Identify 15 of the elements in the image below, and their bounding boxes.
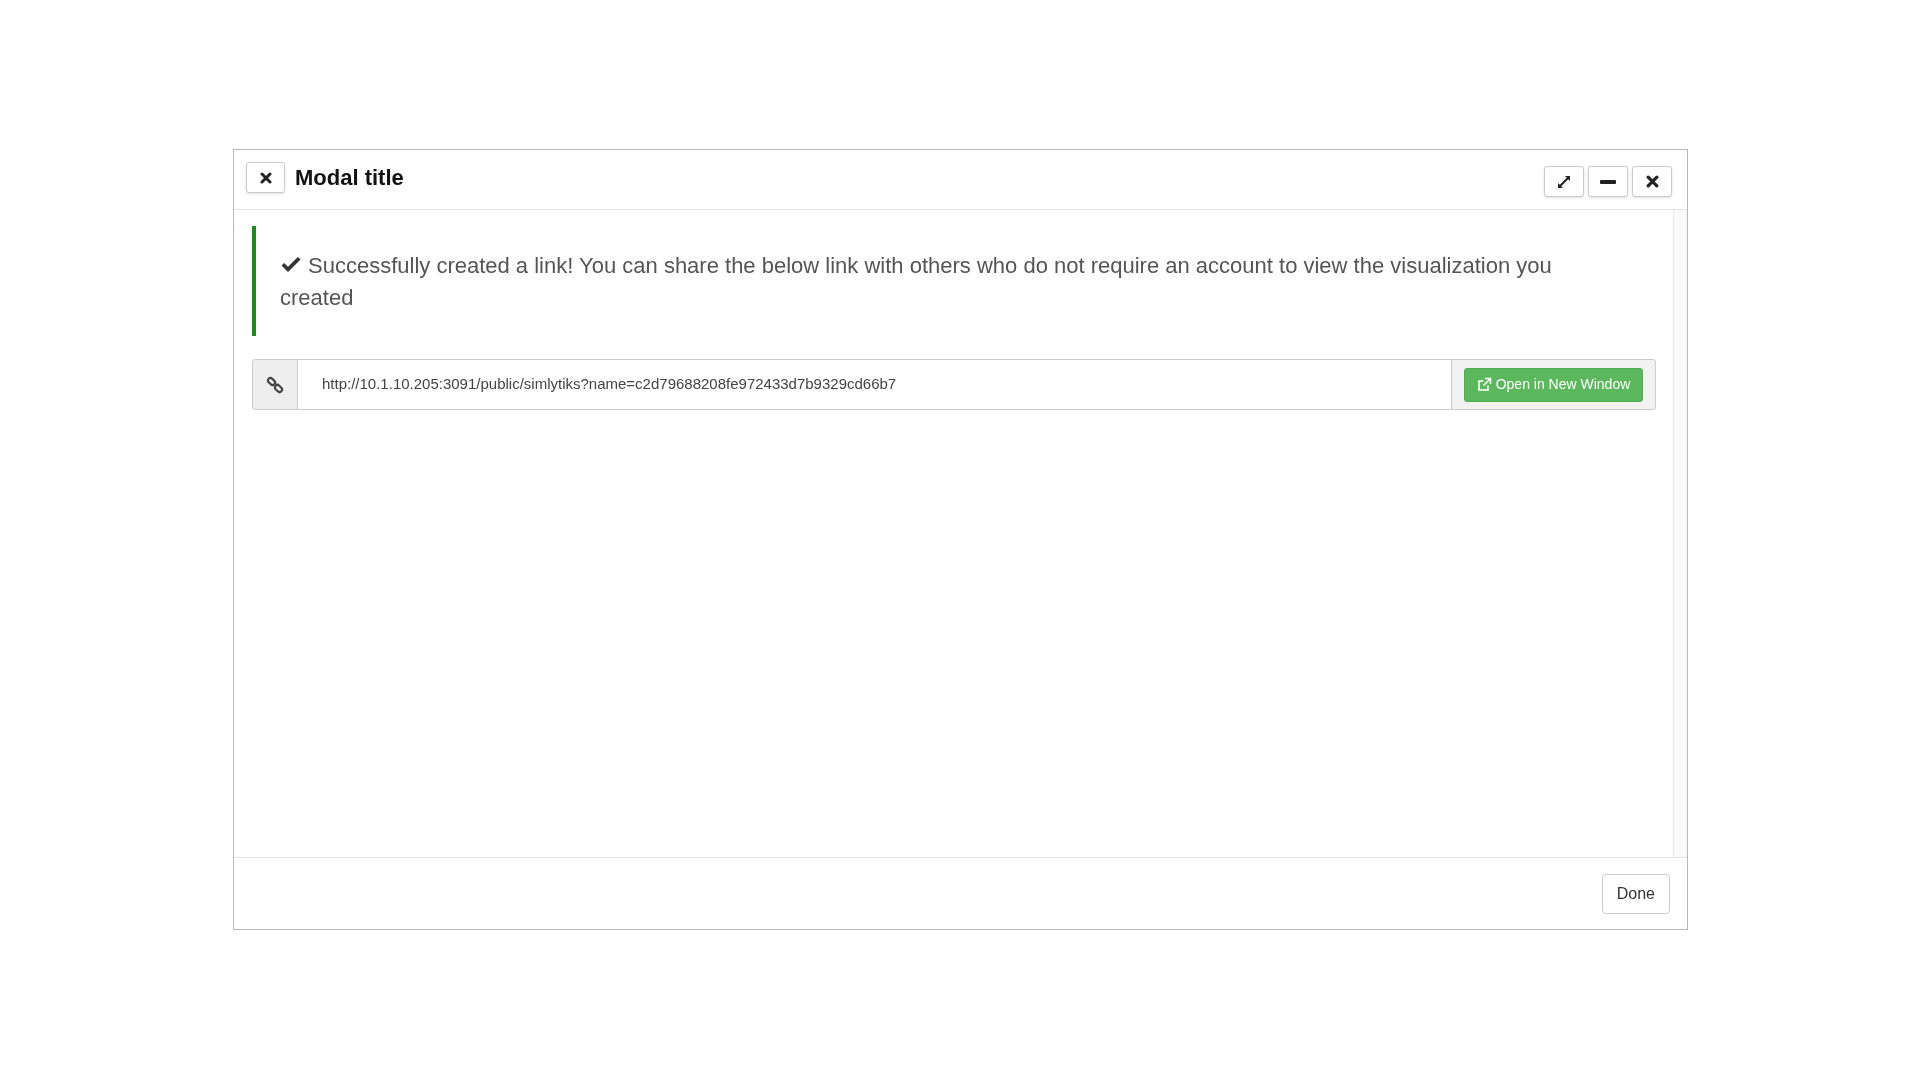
expand-icon — [1556, 173, 1572, 190]
minimize-button[interactable] — [1588, 166, 1628, 197]
close-button[interactable] — [1632, 166, 1672, 197]
link-input-field[interactable]: http://10.1.10.205:3091/public/simlytiks?name=c2d79688208fe972433d7b9329cd66b7 — [298, 359, 1451, 410]
checkmark-icon — [280, 256, 302, 274]
close-icon — [259, 171, 272, 184]
done-button[interactable]: Done — [1601, 873, 1670, 914]
minimize-icon — [1600, 179, 1616, 184]
link-icon — [266, 375, 284, 394]
close-button[interactable] — [246, 162, 285, 193]
close-icon — [1645, 175, 1659, 188]
success-message: Successfully created a link! You can share the below link with others who do not require an account to view the visualization you created — [280, 252, 1553, 312]
modal-title: Modal title — [295, 164, 404, 192]
expand-button[interactable] — [1544, 166, 1584, 197]
external-link-icon — [1476, 377, 1492, 392]
